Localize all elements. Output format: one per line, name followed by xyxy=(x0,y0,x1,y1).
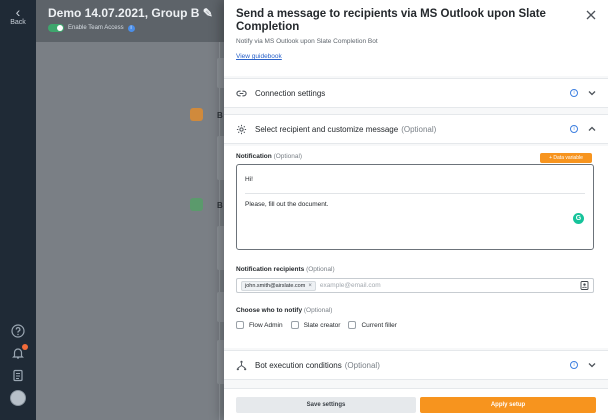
contact-book-icon[interactable] xyxy=(580,281,589,290)
checkbox[interactable] xyxy=(348,321,357,329)
section-select-recipient[interactable]: Select recipient and customize message (… xyxy=(224,114,608,144)
team-access-label: Enable Team Access xyxy=(68,25,124,31)
checkbox[interactable] xyxy=(236,321,244,329)
panel-subtitle: Notify via MS Outlook upon Slate Complet… xyxy=(236,38,378,45)
panel-title: Send a message to recipients via MS Outl… xyxy=(236,8,546,33)
recipients-placeholder: example@email.com xyxy=(319,282,381,289)
section-optional: (Optional) xyxy=(401,124,437,134)
app-sidebar: ‹ Back xyxy=(0,0,36,420)
clipboard-icon[interactable] xyxy=(11,368,25,382)
panel-footer: Save settings Apply setup xyxy=(224,388,608,420)
checkbox[interactable] xyxy=(290,321,299,329)
bot-node-icon[interactable] xyxy=(190,198,203,211)
section-title: Select recipient and customize message xyxy=(255,124,399,134)
message-line[interactable]: Hi! xyxy=(245,176,253,183)
info-icon[interactable]: i xyxy=(570,125,578,133)
close-icon[interactable] xyxy=(586,10,596,20)
notify-options: Flow Admin Slate creator Current filler xyxy=(236,321,397,329)
notify-label: Choose who to notify (Optional) xyxy=(236,307,333,314)
help-icon[interactable] xyxy=(11,324,25,338)
add-data-variable-button[interactable]: + Data variable xyxy=(540,153,592,163)
notify-option-slate-creator[interactable]: Slate creator xyxy=(290,321,340,329)
bot-node-label: B xyxy=(217,111,223,120)
chevron-down-icon[interactable] xyxy=(588,89,596,97)
back-button[interactable]: ‹ Back xyxy=(0,4,36,26)
pencil-icon[interactable]: ✎ xyxy=(203,6,213,20)
notify-option-current-filler[interactable]: Current filler xyxy=(348,321,397,329)
gear-icon xyxy=(236,124,247,135)
message-line[interactable]: Please, fill out the document. xyxy=(245,201,328,208)
section-title: Bot execution conditions xyxy=(255,360,342,370)
bot-node-icon[interactable] xyxy=(190,108,203,121)
panel-header: Send a message to recipients via MS Outl… xyxy=(224,0,608,76)
recipient-settings-body: Notification (Optional) + Data variable … xyxy=(224,146,608,348)
apply-setup-button[interactable]: Apply setup xyxy=(420,397,596,413)
notify-option-flow-admin[interactable]: Flow Admin xyxy=(236,321,283,329)
section-title: Connection settings xyxy=(255,88,326,98)
view-guidebook-link[interactable]: View guidebook xyxy=(236,53,282,60)
link-icon xyxy=(236,88,247,99)
notification-badge xyxy=(22,344,28,350)
bell-icon[interactable] xyxy=(11,344,28,360)
avatar[interactable] xyxy=(10,390,26,406)
recipients-label: Notification recipients (Optional) xyxy=(236,266,335,273)
bot-settings-panel: Send a message to recipients via MS Outl… xyxy=(224,0,608,420)
info-icon[interactable]: i xyxy=(570,361,578,369)
team-access-toggle[interactable] xyxy=(48,24,64,32)
grammarly-icon[interactable]: G xyxy=(573,213,584,224)
section-bot-execution-conditions[interactable]: Bot execution conditions (Optional) i xyxy=(224,350,608,380)
info-icon[interactable]: i xyxy=(570,89,578,97)
section-connection-settings[interactable]: Connection settings i xyxy=(224,78,608,108)
close-icon[interactable]: × xyxy=(308,283,312,289)
notification-label: Notification (Optional) xyxy=(236,153,303,160)
chevron-left-icon: ‹ xyxy=(15,4,21,20)
chevron-down-icon[interactable] xyxy=(588,361,596,369)
flow-title[interactable]: Demo 14.07.2021, Group B ✎ xyxy=(48,6,213,20)
recipient-chip[interactable]: john.smith@airslate.com × xyxy=(241,280,316,291)
chevron-up-icon[interactable] xyxy=(588,125,596,133)
bot-node-label: B xyxy=(217,201,223,210)
back-label: Back xyxy=(10,19,26,26)
branch-icon xyxy=(236,360,247,371)
notification-message-editor[interactable]: Hi! Please, fill out the document. G xyxy=(236,164,594,250)
info-icon[interactable]: i xyxy=(127,24,135,32)
section-optional: (Optional) xyxy=(344,360,380,370)
recipients-input[interactable]: john.smith@airslate.com × example@email.… xyxy=(236,278,594,293)
save-settings-button[interactable]: Save settings xyxy=(236,397,416,413)
divider xyxy=(245,193,585,194)
team-access-row: Enable Team Access i xyxy=(48,24,135,32)
